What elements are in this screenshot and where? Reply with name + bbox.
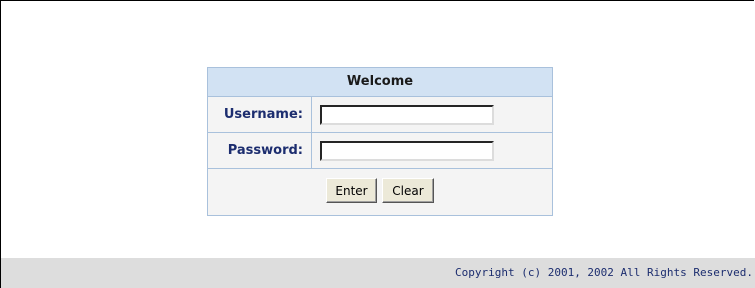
username-input[interactable] — [320, 105, 494, 125]
password-label: Password: — [208, 133, 312, 168]
password-input[interactable] — [320, 141, 494, 161]
username-row: Username: — [208, 97, 552, 133]
password-row: Password: — [208, 133, 552, 169]
button-row: Enter Clear — [208, 169, 552, 215]
enter-button[interactable]: Enter — [326, 178, 377, 203]
footer-bar: Copyright (c) 2001, 2002 All Rights Rese… — [1, 258, 755, 288]
copyright-text: Copyright (c) 2001, 2002 All Rights Rese… — [454, 266, 753, 279]
clear-button[interactable]: Clear — [382, 178, 434, 203]
username-label: Username: — [208, 97, 312, 132]
login-form: Welcome Username: Password: Enter Clear — [207, 67, 553, 216]
form-title: Welcome — [208, 68, 552, 97]
